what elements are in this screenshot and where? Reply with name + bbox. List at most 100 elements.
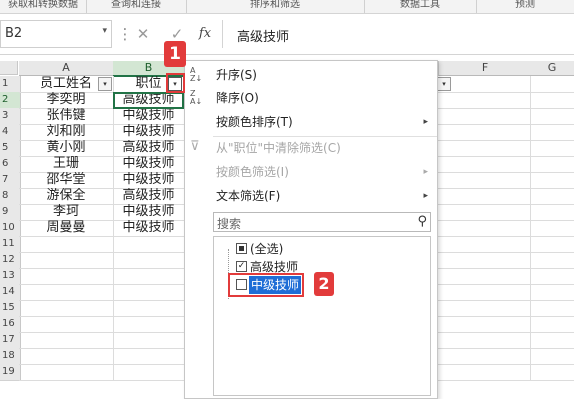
table-cell[interactable] xyxy=(530,140,574,157)
table-cell[interactable] xyxy=(530,188,574,205)
table-cell[interactable]: 中级技师 xyxy=(113,156,185,173)
row-header[interactable]: 6 xyxy=(0,156,21,173)
ribbon-group-forecast[interactable]: 预测 xyxy=(476,0,574,13)
row-header[interactable]: 11 xyxy=(0,236,21,253)
table-cell[interactable] xyxy=(438,236,531,253)
table-cell[interactable] xyxy=(438,348,531,365)
table-cell[interactable] xyxy=(530,204,574,221)
formula-input[interactable]: 高级技师 xyxy=(222,20,574,48)
search-icon[interactable]: ⚲ xyxy=(417,214,427,229)
table-cell[interactable]: 黄小刚 xyxy=(19,140,114,157)
table-cell[interactable] xyxy=(530,124,574,141)
table-cell[interactable]: 李奕明 xyxy=(19,92,114,109)
table-cell[interactable]: 高级技师 xyxy=(113,188,185,205)
menu-item-sort-ascending[interactable]: A Z↓ 升序(S) xyxy=(186,64,438,86)
table-cell[interactable] xyxy=(530,156,574,173)
table-cell[interactable]: 中级技师 xyxy=(113,204,185,221)
table-cell[interactable]: 王珊 xyxy=(19,156,114,173)
table-cell[interactable] xyxy=(530,92,574,109)
table-cell[interactable] xyxy=(19,348,114,365)
column-header-f[interactable]: F xyxy=(438,61,532,76)
table-cell[interactable] xyxy=(438,188,531,205)
row-header[interactable]: 12 xyxy=(0,252,21,269)
menu-item-text-filter[interactable]: 文本筛选(F) ▸ xyxy=(186,185,438,207)
table-cell[interactable] xyxy=(438,76,531,93)
row-header[interactable]: 18 xyxy=(0,348,21,365)
row-header[interactable]: 5 xyxy=(0,140,21,157)
ribbon-group-sort-filter[interactable]: 排序和筛选 xyxy=(186,0,365,13)
table-cell[interactable] xyxy=(530,284,574,301)
table-cell[interactable] xyxy=(113,316,185,333)
table-cell[interactable]: 高级技师 xyxy=(113,140,185,157)
table-cell[interactable] xyxy=(530,76,574,93)
table-cell[interactable]: 李珂 xyxy=(19,204,114,221)
column-header-a[interactable]: A xyxy=(19,61,114,76)
name-box[interactable]: B2 ▾ xyxy=(0,20,112,48)
row-header[interactable]: 19 xyxy=(0,364,21,381)
table-cell[interactable] xyxy=(113,284,185,301)
table-cell[interactable] xyxy=(438,332,531,349)
row-header[interactable]: 3 xyxy=(0,108,21,125)
row-header[interactable]: 17 xyxy=(0,332,21,349)
table-cell[interactable] xyxy=(19,332,114,349)
row-header[interactable]: 13 xyxy=(0,268,21,285)
table-cell[interactable] xyxy=(438,268,531,285)
table-cell[interactable] xyxy=(438,204,531,221)
ribbon-group-get-transform[interactable]: 获取和转换数据 xyxy=(0,0,87,13)
table-cell[interactable] xyxy=(530,236,574,253)
table-cell[interactable] xyxy=(530,172,574,189)
table-cell[interactable]: 中级技师 xyxy=(113,108,185,125)
table-cell[interactable] xyxy=(530,316,574,333)
row-header[interactable]: 10 xyxy=(0,220,21,237)
table-cell[interactable] xyxy=(438,364,531,381)
table-cell[interactable] xyxy=(19,300,114,317)
table-cell[interactable] xyxy=(438,124,531,141)
chevron-down-icon[interactable]: ▾ xyxy=(102,26,107,36)
table-cell[interactable] xyxy=(530,348,574,365)
table-cell[interactable] xyxy=(530,252,574,269)
insert-function-button[interactable]: fx xyxy=(193,22,217,46)
table-cell[interactable] xyxy=(530,108,574,125)
table-cell[interactable] xyxy=(438,140,531,157)
table-cell[interactable] xyxy=(19,364,114,381)
table-cell[interactable] xyxy=(113,300,185,317)
filter-button-c[interactable]: ▾ xyxy=(437,77,451,91)
ribbon-group-data-tools[interactable]: 数据工具 xyxy=(364,0,477,13)
table-cell[interactable] xyxy=(438,316,531,333)
table-cell[interactable] xyxy=(438,92,531,109)
row-header[interactable]: 16 xyxy=(0,316,21,333)
table-cell[interactable]: 刘和刚 xyxy=(19,124,114,141)
row-header[interactable]: 8 xyxy=(0,188,21,205)
cancel-icon[interactable]: ✕ xyxy=(131,22,155,46)
senior-checkbox[interactable]: ✓ xyxy=(236,261,247,272)
select-all-corner[interactable] xyxy=(0,61,18,75)
table-cell[interactable] xyxy=(113,236,185,253)
table-cell[interactable]: 游保全 xyxy=(19,188,114,205)
table-cell[interactable]: 中级技师 xyxy=(113,124,185,141)
table-cell[interactable] xyxy=(19,268,114,285)
table-cell[interactable] xyxy=(438,220,531,237)
row-header[interactable]: 7 xyxy=(0,172,21,189)
table-cell[interactable] xyxy=(113,332,185,349)
column-header-g[interactable]: G xyxy=(530,61,574,76)
row-header[interactable]: 2 xyxy=(0,92,21,109)
table-cell[interactable]: 中级技师 xyxy=(113,220,185,237)
table-cell[interactable]: 中级技师 xyxy=(113,172,185,189)
table-cell[interactable] xyxy=(438,108,531,125)
table-cell[interactable]: 张伟键 xyxy=(19,108,114,125)
table-cell[interactable] xyxy=(438,172,531,189)
table-cell[interactable] xyxy=(438,156,531,173)
row-header[interactable]: 14 xyxy=(0,284,21,301)
table-cell[interactable] xyxy=(438,300,531,317)
table-cell[interactable] xyxy=(438,252,531,269)
table-cell[interactable] xyxy=(113,268,185,285)
table-cell[interactable]: 邵华堂 xyxy=(19,172,114,189)
table-cell[interactable] xyxy=(19,252,114,269)
menu-item-sort-descending[interactable]: Z A↓ 降序(O) xyxy=(186,87,438,109)
row-header[interactable]: 1 xyxy=(0,76,21,93)
table-cell[interactable] xyxy=(113,364,185,381)
table-cell[interactable] xyxy=(530,268,574,285)
ribbon-group-queries[interactable]: 查询和连接 xyxy=(86,0,187,13)
row-header[interactable]: 15 xyxy=(0,300,21,317)
filter-search-input[interactable]: 搜索 ⚲ xyxy=(213,212,431,232)
